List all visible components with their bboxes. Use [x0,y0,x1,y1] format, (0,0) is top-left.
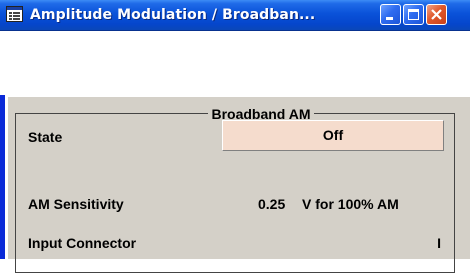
input-connector-label: Input Connector [28,235,137,251]
maximize-icon [408,9,419,20]
window-title: Amplitude Modulation / Broadban... [30,7,316,23]
app-window-icon [6,6,23,22]
panel-top-highlight [8,95,470,97]
close-button[interactable] [426,4,447,25]
state-label: State [28,129,63,145]
am-sensitivity-label: AM Sensitivity [28,196,124,212]
maximize-button[interactable] [403,4,424,25]
window-title-bar[interactable]: Amplitude Modulation / Broadban... [0,0,470,31]
minimize-icon [386,17,393,20]
close-icon [431,9,442,20]
input-connector-value[interactable]: I [437,234,441,252]
minimize-button[interactable] [380,4,401,25]
am-sensitivity-value: 0.25 [258,196,286,212]
am-sensitivity-unit: V for 100% AM [302,196,399,212]
state-toggle-button[interactable]: Off [222,120,444,151]
panel-left-edge [0,95,8,259]
settings-panel: Broadband AM State Off AM Sensitivity 0.… [0,95,470,273]
